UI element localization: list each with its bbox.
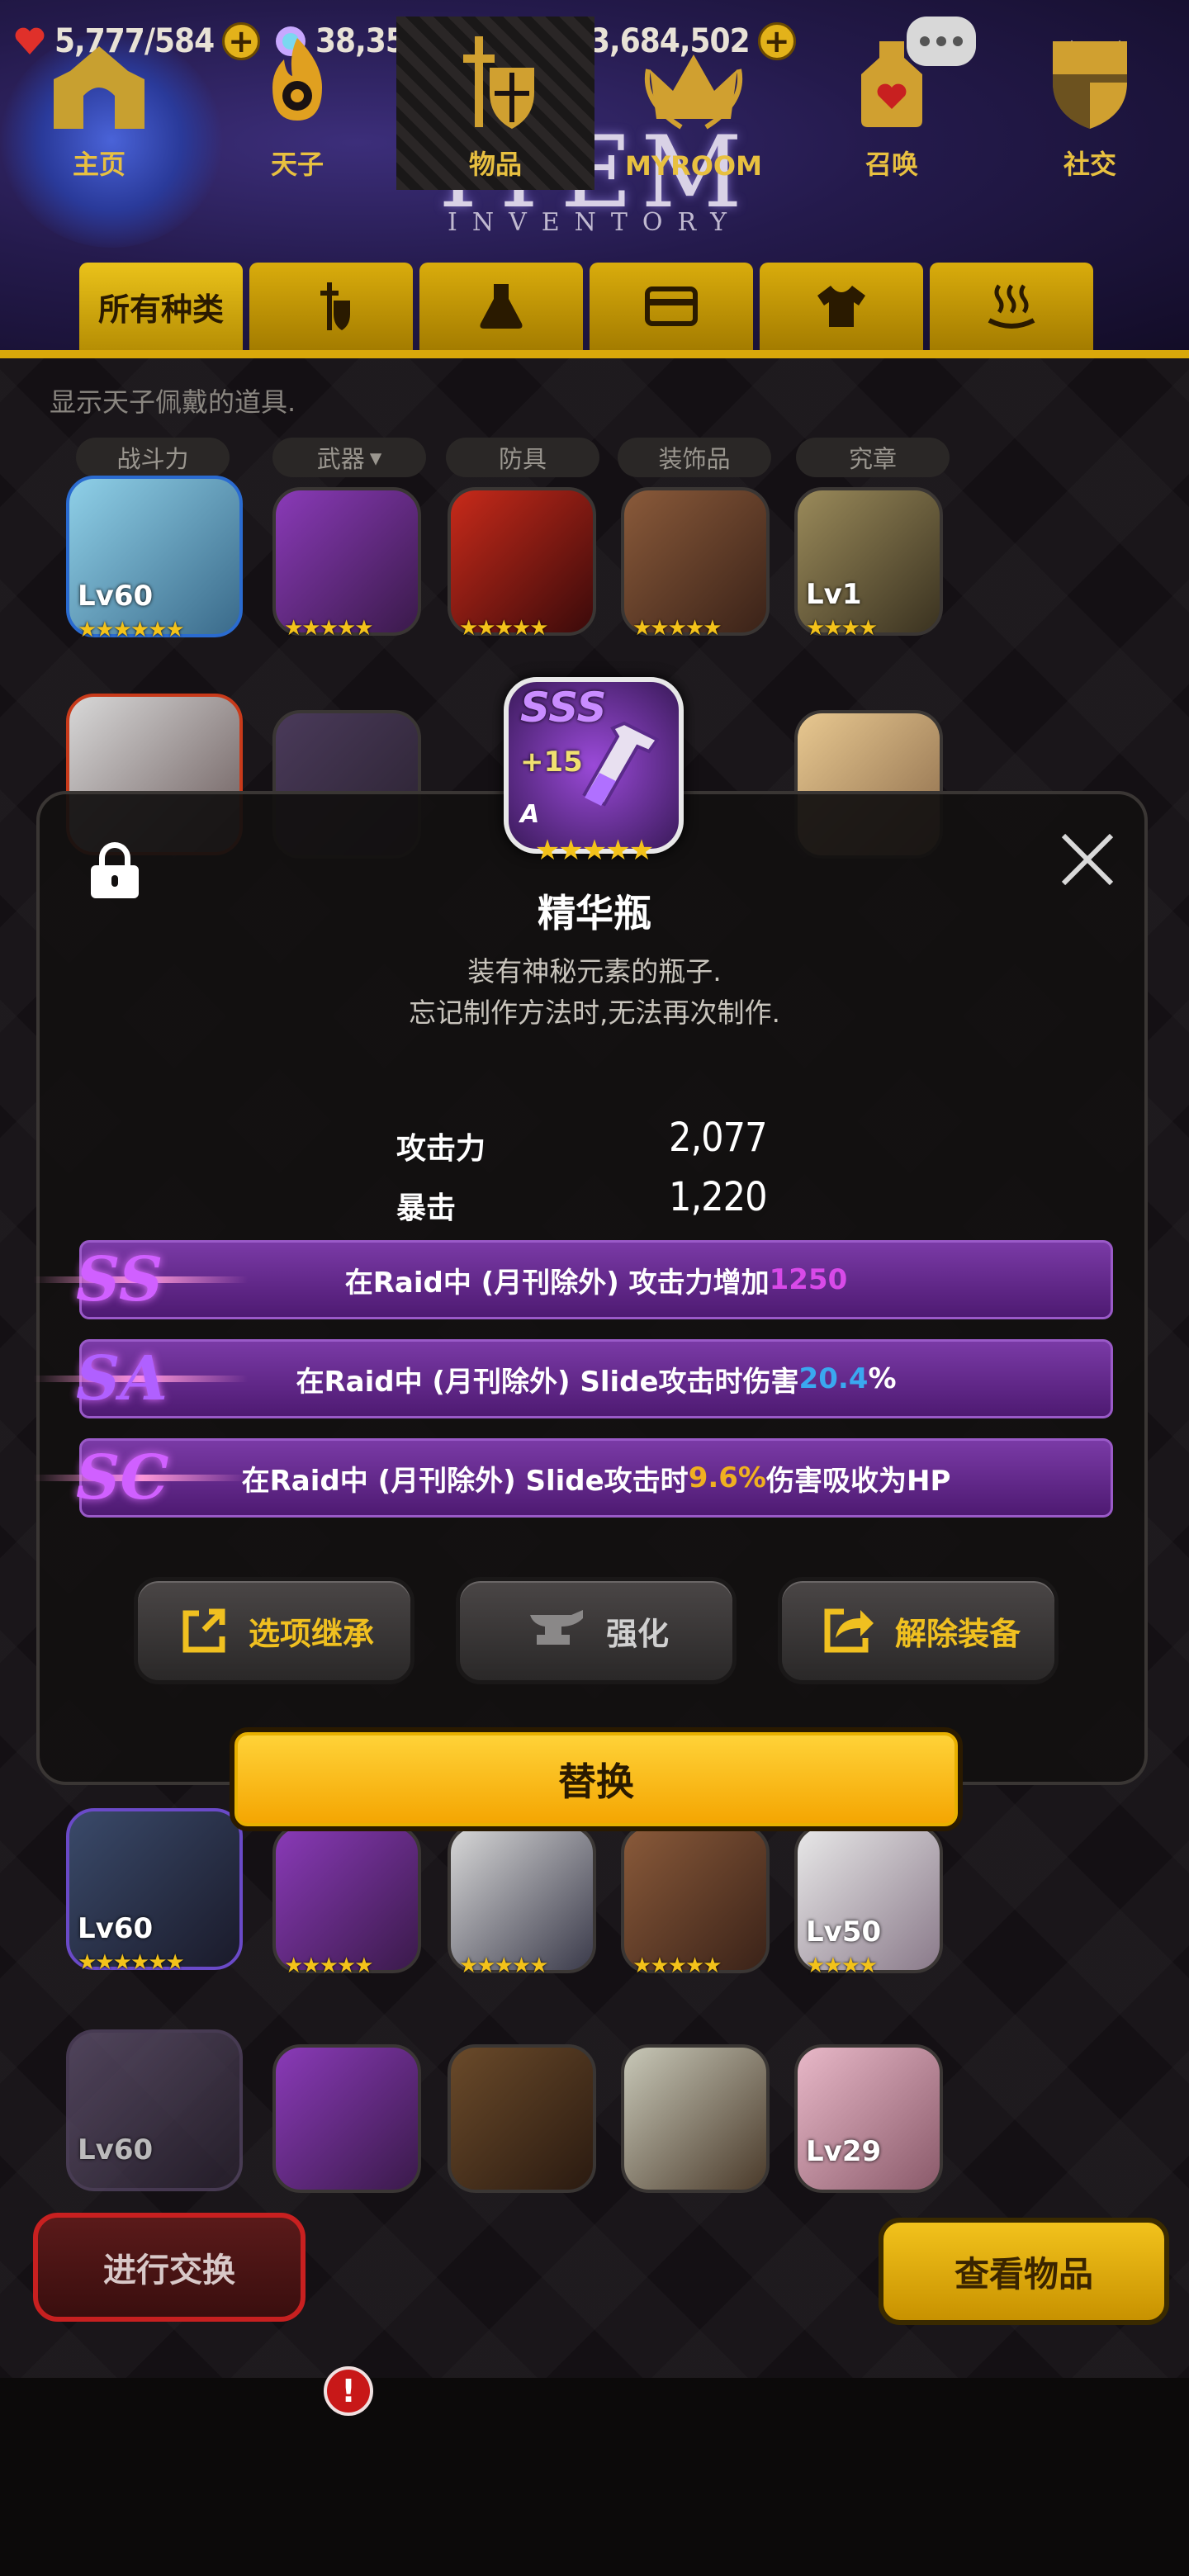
stat-label: 攻击力 [396,1132,486,1166]
enhance-button[interactable]: 强化 [456,1577,737,1684]
option-grade-badge: SS [76,1244,163,1315]
knight-icon [320,282,350,330]
replace-button[interactable]: 替换 [230,1727,963,1831]
shield-icon [1053,41,1127,129]
option-grade-badge: SC [76,1442,169,1513]
alert-badge: ! [324,2366,373,2416]
shirt-icon [817,286,865,327]
share-icon [824,1608,874,1653]
item-icon: SSS +15 A [504,677,684,854]
view-items-button[interactable]: 查看物品 [879,2218,1169,2325]
emblem-slot[interactable]: Lv50 ★★★★ [794,1825,943,1978]
tab-cards[interactable] [590,263,753,350]
category-accessory[interactable]: 装饰品 [618,438,771,477]
tab-all[interactable]: 所有种类 [79,263,243,350]
category-power: 战斗力 [76,438,230,477]
category-armor[interactable]: 防具 [446,438,599,477]
character-slot[interactable]: Lv60 [66,2029,243,2191]
weapon-slot[interactable]: ★★★★★ [272,487,421,641]
stat-value: 2,077 [669,1115,768,1161]
character-slot[interactable]: Lv60 ★★★★★★ [66,1808,243,1975]
home-icon [54,46,144,129]
nav-social[interactable]: 社交 [991,17,1189,190]
tab-consumables[interactable] [419,263,583,350]
nav-myroom[interactable]: MYROOM [594,17,793,190]
emblem-slot[interactable]: Lv29 [794,2044,943,2193]
nav-home[interactable]: 主页 [0,17,198,190]
crown-icon [644,54,743,130]
bottle-icon [582,721,660,807]
unequip-button[interactable]: 解除装备 [778,1577,1059,1684]
inherit-options-button[interactable]: 选项继承 [134,1577,414,1684]
bottom-nav [0,2378,1189,2576]
item-description-line1: 装有神秘元素的瓶子. [467,955,722,987]
potion-icon [861,41,922,127]
category-tabs: 所有种类 [79,263,1093,350]
tab-costumes[interactable] [760,263,923,350]
inventory-hint: 显示天子佩戴的道具. [50,386,296,418]
accessory-slot[interactable] [621,2044,770,2193]
tab-underline [0,350,1189,358]
trade-button[interactable]: 进行交换 [33,2213,306,2322]
weapon-slot[interactable]: ★★★★★ [272,1825,421,1978]
close-popup-icon[interactable] [1059,831,1116,888]
hot-spring-icon [988,284,1035,329]
accessory-slot[interactable]: ★★★★★ [621,1825,770,1978]
category-emblem[interactable]: 究章 [796,438,950,477]
tab-spa[interactable] [930,263,1093,350]
nav-summon[interactable]: 召唤 [793,17,991,190]
armor-slot[interactable] [448,2044,596,2193]
sword-shield-icon [463,36,534,129]
item-stars: ★★★★★ [534,834,654,867]
accessory-slot[interactable]: ★★★★★ [621,487,770,641]
weapon-slot[interactable] [272,2044,421,2193]
item-name: 精华瓶 [538,891,651,935]
item-description-line2: 忘记制作方法时,无法再次制作. [409,997,780,1029]
stat-label: 暴击 [396,1191,457,1225]
nav-character[interactable]: 天子 [198,17,396,190]
category-weapon[interactable]: 武器 ▾ [272,438,426,477]
armor-slot[interactable]: ★★★★★ [448,1825,596,1978]
character-slot[interactable]: Lv60 ★★★★★★ [66,476,243,642]
nav-items[interactable]: 物品 [396,17,594,190]
card-icon [645,286,698,326]
flame-icon [272,38,322,121]
tab-equipment[interactable] [249,263,413,350]
armor-slot[interactable]: ★★★★★ [448,487,596,641]
flask-icon [480,284,523,329]
anvil-icon [529,1610,583,1645]
stat-value: 1,220 [669,1174,768,1220]
export-icon [182,1608,225,1653]
option-grade-badge: SA [76,1343,168,1414]
emblem-slot[interactable]: Lv1 ★★★★ [794,487,943,641]
page-subtitle: INVENTORY [448,208,741,237]
